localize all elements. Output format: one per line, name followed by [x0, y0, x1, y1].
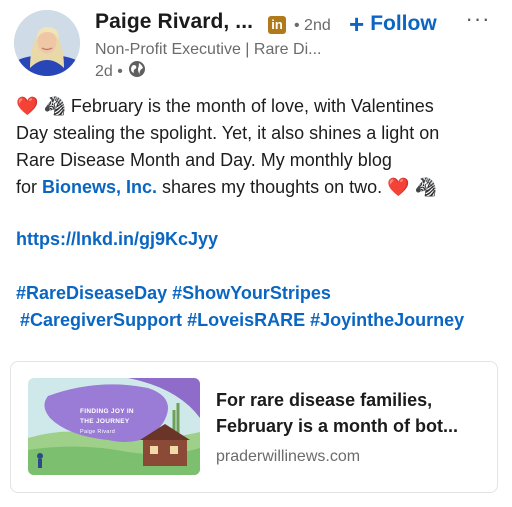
author-avatar[interactable] — [14, 10, 80, 76]
post-line-4-suffix: shares my thoughts on two. — [157, 177, 383, 197]
mention-link[interactable]: Bionews, Inc. — [42, 177, 157, 197]
plus-icon: + — [349, 9, 365, 39]
follow-label: Follow — [370, 12, 437, 35]
article-title: For rare disease families, February is a… — [216, 387, 486, 439]
hashtag-link[interactable]: #CaregiverSupport — [20, 310, 182, 330]
thumbnail-title-line-2: THE JOURNEY — [80, 418, 130, 425]
more-options-icon[interactable]: ··· — [464, 8, 492, 34]
hashtag-link[interactable]: #JoyintheJourney — [310, 310, 464, 330]
feed-post: Paige Rivard, ... in • 2nd + Follow ··· … — [0, 0, 512, 507]
hashtag-link[interactable]: #RareDiseaseDay — [16, 283, 167, 303]
article-title-line-1: For rare disease families, — [216, 390, 433, 410]
post-meta: 2d • — [95, 60, 146, 83]
post-line-1-text: February is the month of love, with Vale… — [70, 96, 434, 116]
linkedin-premium-icon: in — [268, 16, 286, 34]
heart-emoji: ❤️ — [387, 177, 410, 197]
zebra-emoji: 🦓 — [414, 177, 438, 197]
post-line-3: Rare Disease Month and Day. My monthly b… — [16, 150, 392, 170]
post-line-2: Day stealing the spolight. Yet, it also … — [16, 123, 440, 143]
post-line-1: ❤️ 🦓 February is the month of love, with… — [16, 93, 496, 120]
post-time: 2d • — [95, 62, 123, 80]
short-link-row: https://lnkd.in/gj9KcJyy — [16, 229, 218, 250]
hashtag-link[interactable]: #LoveisRARE — [187, 310, 305, 330]
short-link[interactable]: https://lnkd.in/gj9KcJyy — [16, 229, 218, 249]
zebra-emoji: 🦓 — [43, 96, 66, 116]
follow-button[interactable]: + Follow — [345, 8, 441, 40]
post-line-4: for Bionews, Inc. shares my thoughts on … — [16, 174, 496, 201]
post-text: ❤️ 🦓 February is the month of love, with… — [16, 93, 496, 201]
author-headline: Non-Profit Executive | Rare Di... — [95, 41, 322, 58]
hashtag-row-1: #RareDiseaseDay #ShowYourStripes — [16, 283, 331, 304]
post-line-4-prefix: for — [16, 177, 43, 197]
thumbnail-byline: Paige Rivard — [80, 429, 116, 435]
hashtag-link[interactable]: #ShowYourStripes — [172, 283, 331, 303]
heart-emoji: ❤️ — [16, 96, 39, 116]
article-title-line-2: February is a month of bot... — [216, 416, 459, 436]
article-thumbnail: FINDING JOY IN THE JOURNEY Paige Rivard — [28, 378, 200, 475]
hashtag-row-2: #CaregiverSupport #LoveisRARE #JoyintheJ… — [20, 310, 464, 331]
globe-icon — [128, 60, 146, 83]
article-link-card[interactable]: FINDING JOY IN THE JOURNEY Paige Rivard … — [10, 361, 498, 493]
article-domain: praderwillinews.com — [216, 448, 361, 465]
connection-degree: • 2nd — [294, 17, 331, 34]
thumbnail-title-line-1: FINDING JOY IN — [80, 408, 134, 415]
author-name[interactable]: Paige Rivard, ... — [95, 10, 253, 34]
